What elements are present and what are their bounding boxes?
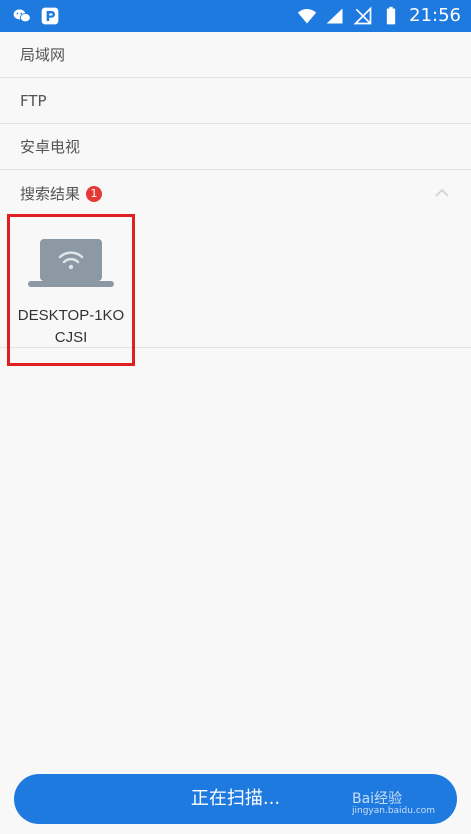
search-results-area: DESKTOP-1KOCJSI [0,212,471,366]
baidu-watermark: Bai经验 jingyan.baidu.com [352,788,435,816]
p-app-icon [41,7,59,25]
list-item-label: 局域网 [20,46,66,64]
device-item[interactable]: DESKTOP-1KOCJSI [7,214,135,366]
battery-icon [386,6,396,25]
list-item-lan[interactable]: 局域网 [0,32,471,78]
list-item-label: FTP [20,91,47,110]
signal-icon [326,8,343,24]
laptop-wifi-icon [28,239,114,287]
search-results-label: 搜索结果 [20,184,81,203]
no-sim-icon [353,6,372,25]
search-results-title: 搜索结果 1 [20,183,103,204]
chevron-up-icon[interactable] [435,188,449,198]
status-right: 21:56 [297,5,461,27]
list-item-label: 安卓电视 [20,138,81,156]
device-name: DESKTOP-1KOCJSI [17,307,125,346]
status-left [12,6,60,26]
list-item-android-tv[interactable]: 安卓电视 [0,124,471,170]
search-results-header[interactable]: 搜索结果 1 [0,170,471,216]
watermark-text: Bai经验 [352,791,403,807]
watermark-sub: jingyan.baidu.com [352,806,436,816]
status-bar: 21:56 [0,0,471,32]
wechat-icon [13,9,31,23]
wifi-icon [297,9,317,24]
source-list: 局域网 FTP 安卓电视 搜索结果 1 [0,32,471,216]
status-time: 21:56 [409,5,461,26]
results-count-badge: 1 [86,186,103,202]
app-screen: 21:56 局域网 FTP 安卓电视 搜索结果 1 DESKTOP-1KOCJS… [0,0,471,834]
list-item-ftp[interactable]: FTP [0,78,471,124]
